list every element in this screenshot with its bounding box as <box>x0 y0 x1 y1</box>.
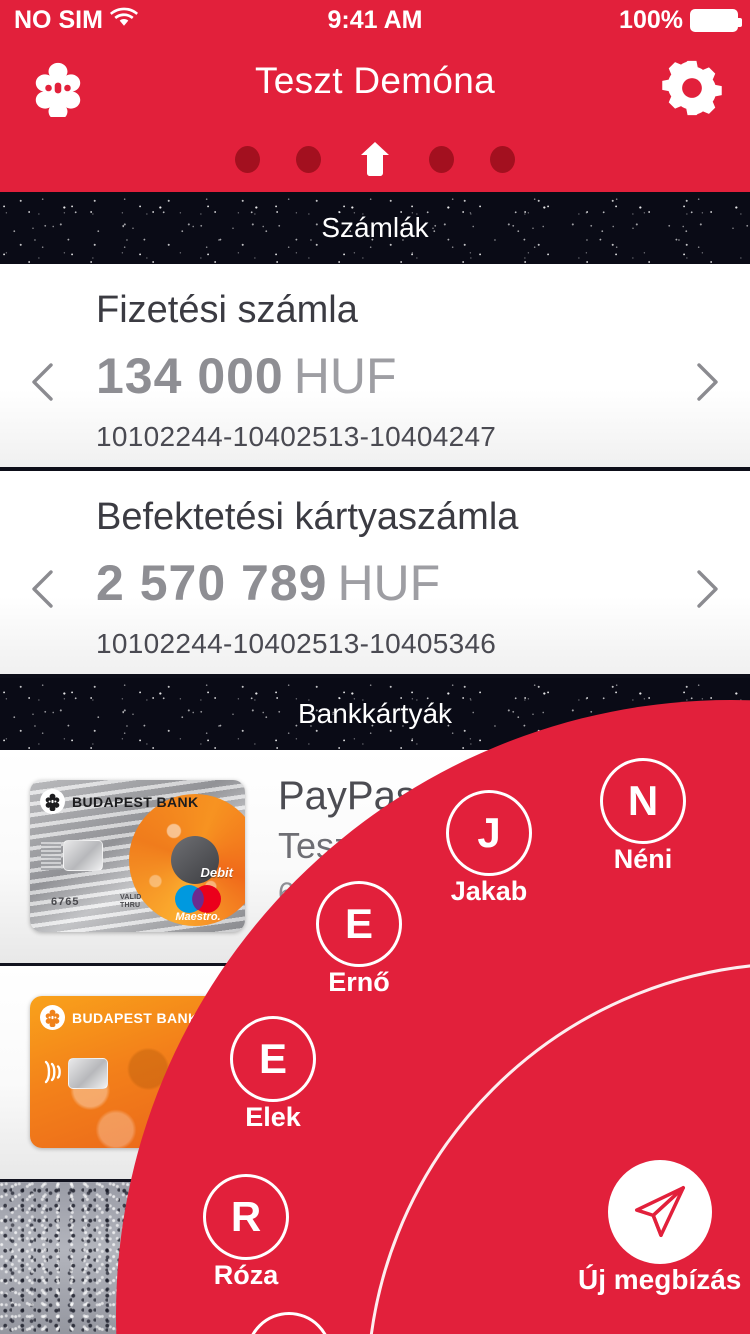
svg-text:Maestro.: Maestro. <box>175 911 220 922</box>
account-balance: 134 000 HUF <box>96 347 397 405</box>
maestro-logo-icon: Maestro. <box>165 884 231 923</box>
card-hologram <box>41 840 61 870</box>
card-thumbnail-maestro: BUDAPEST BANK 6765 VALID THRU Debit Maes… <box>30 780 245 932</box>
status-bar-right: 100% <box>619 5 742 35</box>
contact-shortcut-neni[interactable]: N Néni <box>600 758 686 875</box>
contact-name: Ernő <box>328 967 390 997</box>
contact-name: Néni <box>613 844 673 874</box>
new-transfer-button[interactable]: Új megbízás <box>578 1160 741 1296</box>
contact-avatar-initial <box>246 1312 332 1334</box>
page-dot-icon-3[interactable] <box>429 145 454 173</box>
status-bar: NO SIM 9:41 AM 100% <box>0 0 750 40</box>
account-number: 10102244-10402513-10404247 <box>96 421 497 452</box>
budapest-bank-clover-logo-small <box>40 789 65 814</box>
battery-full-icon <box>690 8 742 32</box>
card-row[interactable]: BUDAPEST BANK MasterCard Paypass MasterC… <box>0 966 750 1182</box>
contact-name: Elek <box>245 1102 301 1132</box>
card-bank-name: BUDAPEST BANK <box>72 793 199 810</box>
contact-shortcut-jakab[interactable]: J Jakab <box>446 790 532 907</box>
page-indicator <box>0 140 750 178</box>
contact-shortcut-partial[interactable] <box>246 1312 332 1334</box>
account-name: Fizetési számla <box>96 289 358 331</box>
contact-name: Róza <box>213 1260 279 1290</box>
card-embossed-digits: 6765 <box>51 896 80 908</box>
card-bank-logo: BUDAPEST BANK <box>40 1005 199 1030</box>
account-amount: 2 570 789 <box>96 555 328 611</box>
section-header-accounts: Számlák <box>0 192 750 264</box>
chevron-left-icon[interactable] <box>18 563 70 615</box>
chevron-right-icon[interactable] <box>680 563 732 615</box>
card-bank-logo: BUDAPEST BANK <box>40 789 199 814</box>
contact-name: Jakab <box>450 876 528 906</box>
account-name: Befektetési kártyaszámla <box>96 496 519 538</box>
card-chip-icon <box>63 840 103 871</box>
card-product-label: Debit <box>200 865 234 880</box>
contact-avatar-initial: R <box>203 1174 289 1260</box>
card-chip-icon <box>68 1058 108 1089</box>
page-title: Teszt Demóna <box>254 60 496 101</box>
home-icon[interactable] <box>357 140 393 178</box>
budapest-bank-clover-logo-small <box>40 1005 65 1030</box>
card-bank-name: BUDAPEST BANK <box>72 1009 199 1026</box>
account-amount: 134 000 <box>96 348 284 404</box>
battery-percent-label: 100% <box>619 5 683 34</box>
chevron-right-icon[interactable] <box>680 356 732 408</box>
contact-avatar-initial: E <box>230 1016 316 1102</box>
card-masked-number: 5100 06xx xxxx 2219 <box>278 1093 560 1126</box>
svg-text:MasterCard: MasterCard <box>178 1128 228 1138</box>
card-title: PayPass Maestro <box>278 774 592 818</box>
contact-avatar-initial: E <box>316 881 402 967</box>
account-row[interactable]: Befektetési kártyaszámla 2 570 789 HUF 10… <box>0 471 750 678</box>
section-header-cards-label: Bankkártyák <box>297 698 453 729</box>
card-owner: Teszt Demóna <box>278 1041 509 1082</box>
account-currency: HUF <box>293 348 397 404</box>
app-screen: NO SIM 9:41 AM 100% Teszt Demóna Számlák… <box>0 0 750 1334</box>
page-dot-icon-4[interactable] <box>490 145 515 173</box>
contact-avatar-initial: N <box>600 758 686 844</box>
chevron-left-icon[interactable] <box>18 356 70 408</box>
page-dot-icon-1[interactable] <box>235 145 260 173</box>
account-number: 10102244-10402513-10405346 <box>96 628 497 659</box>
account-row[interactable]: Fizetési számla 134 000 HUF 10102244-1040… <box>0 264 750 471</box>
contact-shortcut-erno[interactable]: E Ernő <box>316 881 402 998</box>
contact-shortcut-roza[interactable]: R Róza <box>203 1174 289 1291</box>
paper-plane-icon <box>607 1160 712 1264</box>
new-transfer-label: Új megbízás <box>578 1264 742 1295</box>
contact-shortcut-elek[interactable]: E Elek <box>230 1016 316 1133</box>
card-thumbnail-mastercard: BUDAPEST BANK MasterCard <box>30 996 245 1148</box>
contact-avatar-initial: J <box>446 790 532 876</box>
account-balance: 2 570 789 HUF <box>96 554 440 612</box>
page-dot-icon-2[interactable] <box>296 145 321 173</box>
card-valid-thru-label: VALID THRU <box>120 893 142 909</box>
card-details: Paypass MasterCard Teszt Demóna 5100 06x… <box>278 990 651 1127</box>
gear-icon[interactable] <box>656 54 728 122</box>
card-owner: Teszt Demóna <box>278 825 509 866</box>
account-currency: HUF <box>337 555 441 611</box>
contactless-wave-icon <box>41 1058 67 1086</box>
section-header-accounts-label: Számlák <box>321 212 429 243</box>
mastercard-logo-icon: MasterCard <box>173 1101 233 1138</box>
section-header-cards: Bankkártyák <box>0 678 750 750</box>
